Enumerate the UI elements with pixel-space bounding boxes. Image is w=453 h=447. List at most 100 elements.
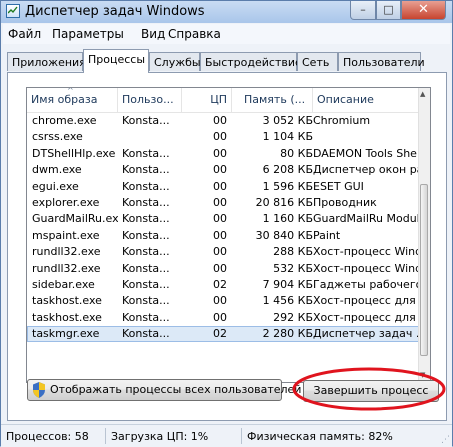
process-row[interactable]: rundll32.exe Konsta... 00 288 КБ Хост-процес… bbox=[27, 244, 420, 260]
process-list[interactable]: ^ Имя образа Пользо... ЦП Память (... Оп… bbox=[26, 87, 431, 383]
tab-services[interactable]: Службы bbox=[149, 52, 201, 71]
status-separator bbox=[105, 428, 106, 444]
show-all-users-label: Отображать процессы всех пользователей bbox=[50, 383, 302, 396]
menu-file[interactable]: Файл bbox=[8, 27, 41, 41]
process-name: taskhost.exe bbox=[32, 294, 102, 308]
process-memory: 80 КБ bbox=[280, 146, 313, 160]
process-cpu: 00 bbox=[213, 163, 227, 177]
process-name: mspaint.exe bbox=[32, 228, 100, 242]
column-image-name-label: Имя образа bbox=[31, 93, 98, 106]
process-memory: 1 104 КБ bbox=[262, 130, 313, 144]
process-memory: 7 904 КБ bbox=[262, 277, 313, 291]
status-bar: Процессов: 58 Загрузка ЦП: 1% Физическая… bbox=[1, 424, 452, 447]
process-name: GuardMailRu.exe bbox=[32, 212, 118, 226]
close-button[interactable]: ✕ bbox=[401, 1, 446, 20]
menu-options[interactable]: Параметры bbox=[52, 27, 124, 41]
process-cpu: 00 bbox=[213, 228, 227, 242]
process-row[interactable]: taskmgr.exe Konsta... 02 2 280 КБ Диспетчер … bbox=[27, 326, 420, 343]
process-name: taskhost.exe bbox=[32, 310, 102, 324]
end-process-button[interactable]: Завершить процесс bbox=[303, 380, 439, 402]
process-user: Konsta... bbox=[122, 245, 170, 259]
process-description: Paint bbox=[313, 228, 341, 242]
process-row[interactable]: rundll32.exe Konsta... 00 532 КБ Хост-процес… bbox=[27, 261, 420, 277]
scrollbar-thumb[interactable] bbox=[420, 184, 428, 356]
process-rows: chrome.exe Konsta... 00 3 052 КБ Chromium csr… bbox=[27, 113, 420, 343]
processes-panel: ^ Имя образа Пользо... ЦП Память (... Оп… bbox=[7, 72, 447, 421]
process-description: Хост-процесс Wind... bbox=[313, 245, 420, 259]
process-description: ESET GUI bbox=[313, 179, 364, 193]
sort-ascending-icon: ^ bbox=[67, 88, 74, 95]
process-row[interactable]: chrome.exe Konsta... 00 3 052 КБ Chromium bbox=[27, 113, 420, 129]
process-cpu: 00 bbox=[213, 195, 227, 209]
process-memory: 1 160 КБ bbox=[262, 212, 313, 226]
process-memory: 3 052 КБ bbox=[262, 114, 313, 127]
process-description: Хост-процесс для з... bbox=[313, 310, 420, 324]
menu-view[interactable]: Вид bbox=[141, 27, 165, 41]
process-name: DTShellHlp.exe bbox=[32, 146, 116, 160]
tab-users[interactable]: Пользователи bbox=[338, 52, 425, 71]
tab-processes[interactable]: Процессы bbox=[83, 49, 149, 73]
process-cpu: 00 bbox=[213, 114, 227, 127]
process-memory: 30 840 КБ bbox=[255, 228, 313, 242]
show-all-users-button[interactable]: Отображать процессы всех пользователей bbox=[27, 379, 301, 401]
process-user: Konsta... bbox=[122, 146, 170, 160]
column-description[interactable]: Описание bbox=[313, 88, 420, 112]
column-image-name[interactable]: ^ Имя образа bbox=[27, 88, 118, 112]
process-description: Диспетчер задач ... bbox=[313, 327, 420, 341]
process-name: explorer.exe bbox=[32, 195, 100, 209]
process-description: Гаджеты рабочего ... bbox=[313, 277, 420, 291]
process-user: Konsta... bbox=[122, 195, 170, 209]
process-row[interactable]: explorer.exe Konsta... 00 20 816 КБ Проводни… bbox=[27, 195, 420, 211]
process-description: GuardMailRu Module bbox=[313, 212, 420, 226]
process-description: DAEMON Tools Shell... bbox=[313, 146, 420, 160]
vertical-scrollbar[interactable]: ▲ ▼ bbox=[418, 88, 430, 382]
column-headers: ^ Имя образа Пользо... ЦП Память (... Оп… bbox=[27, 88, 420, 113]
process-name: rundll32.exe bbox=[32, 245, 101, 259]
process-user: Konsta... bbox=[122, 294, 170, 308]
process-memory: 20 816 КБ bbox=[255, 195, 313, 209]
process-user: Konsta... bbox=[122, 277, 170, 291]
minimize-button[interactable]: – bbox=[350, 1, 376, 20]
column-cpu[interactable]: ЦП bbox=[182, 88, 232, 112]
process-row[interactable]: csrss.exe 00 1 104 КБ bbox=[27, 129, 420, 145]
process-row[interactable]: GuardMailRu.exe Konsta... 00 1 160 КБ GuardM… bbox=[27, 211, 420, 227]
process-memory: 292 КБ bbox=[273, 310, 313, 324]
process-user: Konsta... bbox=[122, 179, 170, 193]
process-description: Проводник bbox=[313, 195, 377, 209]
process-row[interactable]: sidebar.exe Konsta... 02 7 904 КБ Гаджеты ра… bbox=[27, 277, 420, 293]
process-user: Konsta... bbox=[122, 310, 170, 324]
tab-performance[interactable]: Быстродействие bbox=[200, 52, 302, 71]
process-name: chrome.exe bbox=[32, 114, 97, 127]
menu-bar: Файл Параметры Вид Справка bbox=[3, 24, 450, 44]
column-memory[interactable]: Память (... bbox=[232, 88, 313, 112]
tab-network[interactable]: Сеть bbox=[297, 52, 338, 71]
process-row[interactable]: DTShellHlp.exe Konsta... 00 80 КБ DAEMON Too… bbox=[27, 146, 420, 162]
process-memory: 1 456 КБ bbox=[262, 294, 313, 308]
menu-help[interactable]: Справка bbox=[168, 27, 221, 41]
process-name: rundll32.exe bbox=[32, 261, 101, 275]
process-description: Хост-процесс Wind... bbox=[313, 261, 420, 275]
process-memory: 2 280 КБ bbox=[262, 327, 313, 341]
process-row[interactable]: egui.exe Konsta... 00 1 596 КБ ESET GUI bbox=[27, 179, 420, 195]
resize-grip-icon[interactable]: ⋰ bbox=[441, 435, 450, 445]
status-separator bbox=[241, 428, 242, 444]
process-cpu: 02 bbox=[213, 327, 227, 341]
process-cpu: 00 bbox=[213, 179, 227, 193]
scroll-up-icon[interactable]: ▲ bbox=[420, 90, 425, 98]
process-row[interactable]: taskhost.exe Konsta... 00 1 456 КБ Хост-проц… bbox=[27, 293, 420, 309]
process-memory: 1 596 КБ bbox=[262, 179, 313, 193]
column-user[interactable]: Пользо... bbox=[118, 88, 182, 112]
maximize-button[interactable]: □ bbox=[376, 1, 401, 20]
status-physical-memory: Физическая память: 82% bbox=[247, 430, 393, 443]
title-bar[interactable]: Диспетчер задач Windows – □ ✕ bbox=[1, 1, 452, 23]
uac-shield-icon bbox=[33, 382, 45, 398]
task-manager-window: Диспетчер задач Windows – □ ✕ Файл Парам… bbox=[0, 0, 453, 447]
process-row[interactable]: dwm.exe Konsta... 00 6 208 КБ Диспетчер окон… bbox=[27, 162, 420, 178]
process-row[interactable]: mspaint.exe Konsta... 00 30 840 КБ Paint bbox=[27, 228, 420, 244]
process-cpu: 00 bbox=[213, 245, 227, 259]
task-manager-app-icon[interactable] bbox=[6, 4, 20, 18]
tab-applications[interactable]: Приложения bbox=[7, 52, 86, 71]
process-row[interactable]: taskhost.exe Konsta... 00 292 КБ Хост-процес… bbox=[27, 310, 420, 326]
scroll-down-icon[interactable]: ▼ bbox=[420, 371, 425, 379]
status-process-count: Процессов: 58 bbox=[6, 430, 89, 443]
